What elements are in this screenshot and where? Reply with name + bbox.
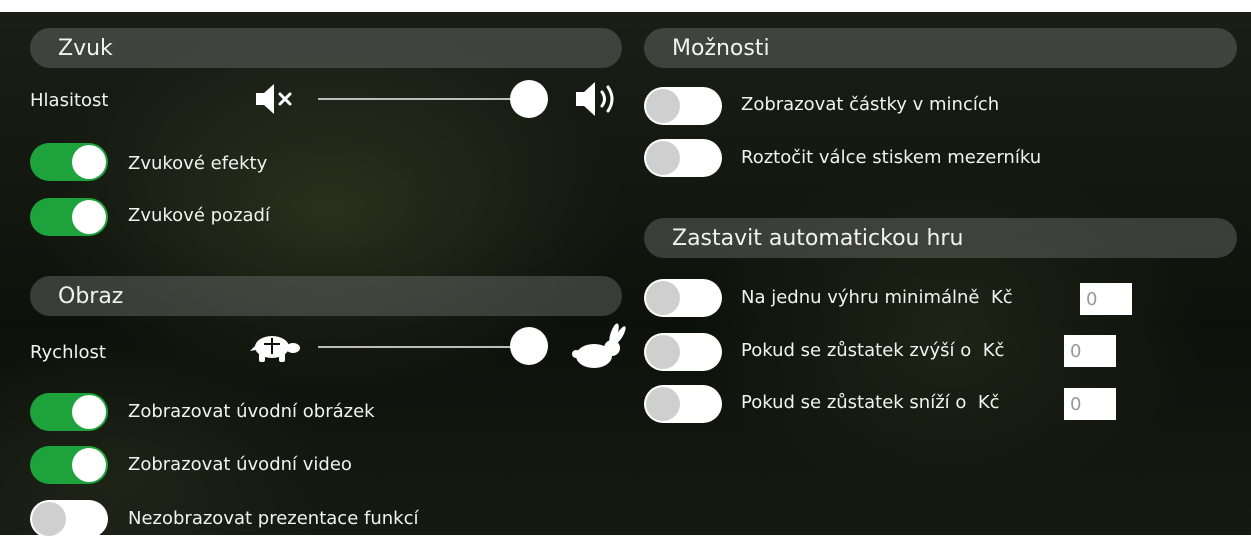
top-edge — [0, 0, 1251, 12]
intro-image-toggle[interactable] — [30, 393, 108, 431]
speaker-loud-icon[interactable] — [574, 80, 620, 118]
spacebar-spin-label: Roztočit válce stiskem mezerníku — [741, 147, 1042, 168]
volume-slider-thumb[interactable] — [509, 80, 548, 118]
toggle-knob — [646, 387, 680, 421]
toggle-knob — [646, 281, 680, 315]
single-win-currency: Kč — [990, 287, 1013, 308]
toggle-knob — [72, 448, 106, 482]
options-header-label: Možnosti — [672, 35, 770, 61]
spacebar-spin-toggle[interactable] — [644, 139, 722, 177]
no-feature-presentation-label: Nezobrazovat prezentace funkcí — [128, 508, 419, 529]
balance-decrease-label: Pokud se zůstatek sníží o Kč — [741, 392, 1000, 413]
autoplay-section-header: Zastavit automatickou hru — [644, 218, 1237, 258]
intro-image-label: Zobrazovat úvodní obrázek — [128, 401, 375, 422]
toggle-knob — [32, 502, 66, 536]
balance-increase-currency: Kč — [982, 340, 1005, 361]
balance-decrease-toggle[interactable] — [644, 385, 722, 423]
toggle-knob — [72, 145, 106, 179]
no-feature-presentation-toggle[interactable] — [30, 500, 108, 538]
balance-increase-label: Pokud se zůstatek zvýší o Kč — [741, 340, 1004, 361]
intro-video-toggle[interactable] — [30, 446, 108, 484]
balance-decrease-currency: Kč — [977, 392, 1000, 413]
single-win-label: Na jednu výhru minimálně Kč — [741, 287, 1013, 308]
image-section-header: Obraz — [30, 276, 622, 316]
image-header-label: Obraz — [58, 283, 124, 309]
sound-section-header: Zvuk — [30, 28, 622, 68]
toggle-knob — [646, 89, 680, 123]
speaker-mute-icon[interactable] — [254, 82, 298, 116]
single-win-toggle[interactable] — [644, 279, 722, 317]
turtle-icon[interactable] — [250, 332, 304, 366]
speed-slider-track[interactable] — [318, 346, 540, 348]
balance-increase-toggle[interactable] — [644, 333, 722, 371]
balance-decrease-text: Pokud se zůstatek sníží o — [741, 392, 967, 413]
toggle-knob — [72, 200, 106, 234]
toggle-knob — [72, 395, 106, 429]
single-win-field[interactable] — [1080, 283, 1132, 315]
balance-increase-field[interactable] — [1064, 335, 1116, 367]
balance-increase-text: Pokud se zůstatek zvýší o — [741, 340, 972, 361]
intro-video-label: Zobrazovat úvodní video — [128, 454, 352, 475]
speed-slider-thumb[interactable] — [509, 327, 548, 365]
sound-header-label: Zvuk — [58, 35, 113, 61]
background-sound-toggle[interactable] — [30, 198, 108, 236]
coins-label: Zobrazovat částky v mincích — [741, 94, 1000, 115]
rabbit-icon[interactable] — [572, 322, 626, 370]
toggle-knob — [646, 335, 680, 369]
speed-label: Rychlost — [30, 342, 106, 363]
volume-label: Hlasitost — [30, 90, 109, 111]
volume-slider-track[interactable] — [318, 98, 540, 100]
sound-effects-label: Zvukové efekty — [128, 153, 268, 174]
sound-effects-toggle[interactable] — [30, 143, 108, 181]
options-section-header: Možnosti — [644, 28, 1237, 68]
autoplay-header-label: Zastavit automatickou hru — [672, 225, 964, 251]
bottom-edge — [0, 535, 1251, 540]
single-win-text: Na jednu výhru minimálně — [741, 287, 980, 308]
coins-toggle[interactable] — [644, 87, 722, 125]
balance-decrease-field[interactable] — [1064, 388, 1116, 420]
background-sound-label: Zvukové pozadí — [128, 205, 270, 226]
toggle-knob — [646, 141, 680, 175]
